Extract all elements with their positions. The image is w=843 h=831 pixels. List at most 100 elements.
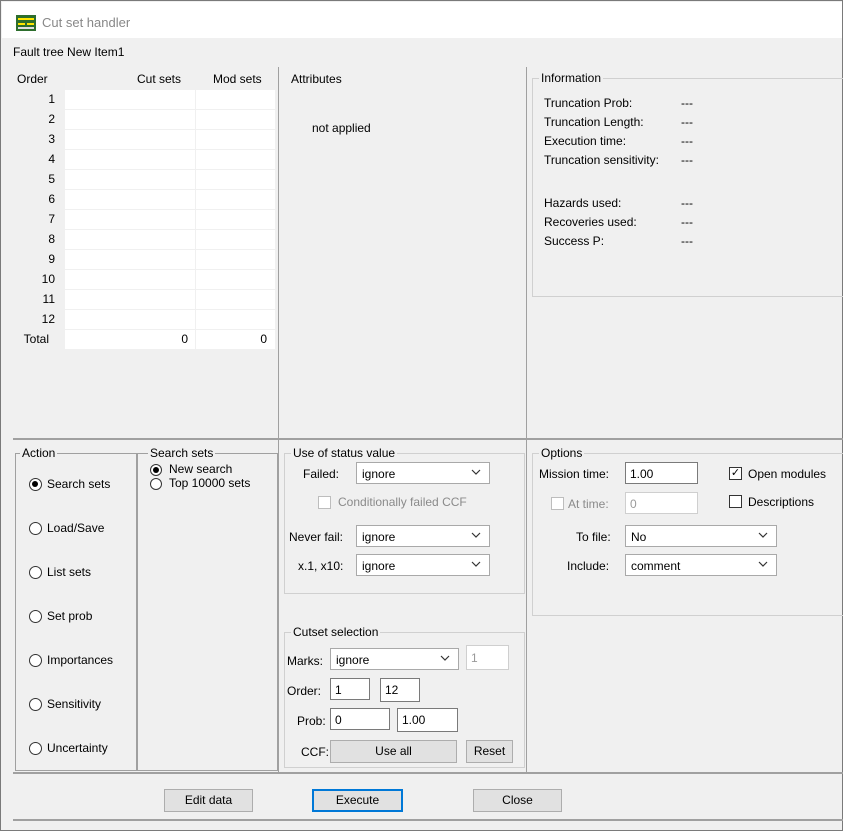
order-row-label: 6 — [48, 192, 55, 206]
info-value: --- — [681, 134, 693, 148]
cut-sets-cell[interactable] — [65, 110, 195, 130]
mod-sets-cell[interactable] — [196, 210, 275, 230]
cut-sets-cell[interactable] — [65, 270, 195, 290]
radio-action-uncertainty[interactable] — [29, 742, 42, 755]
info-label: Truncation sensitivity: — [544, 153, 659, 167]
total-label: Total — [23, 332, 49, 346]
order-from-input[interactable]: 1 — [330, 678, 370, 700]
order-to-input[interactable]: 12 — [380, 678, 420, 702]
marks-value: ignore — [336, 653, 370, 667]
use-all-button[interactable]: Use all — [330, 740, 457, 763]
mod-sets-cell[interactable] — [196, 150, 275, 170]
execute-button[interactable]: Execute — [312, 789, 403, 812]
action-label: Sensitivity — [47, 697, 102, 711]
mod-sets-cell[interactable] — [196, 170, 275, 190]
mod-sets-cell[interactable] — [196, 110, 275, 130]
close-button[interactable]: Close — [473, 789, 562, 812]
cut-sets-cell[interactable] — [65, 210, 195, 230]
reset-button[interactable]: Reset — [466, 740, 513, 763]
x-select[interactable]: ignore — [356, 554, 490, 576]
divider — [526, 67, 527, 772]
mod-sets-cell[interactable] — [196, 130, 275, 150]
radio-action-set-prob[interactable] — [29, 610, 42, 623]
prob-from-input[interactable]: 0 — [330, 708, 390, 730]
info-value: --- — [681, 234, 693, 248]
ccf-checkbox[interactable] — [318, 496, 331, 509]
cut-sets-cell[interactable] — [65, 290, 195, 310]
information-title: Information — [539, 71, 604, 85]
marks-label: Marks: — [287, 654, 323, 668]
info-value: --- — [681, 115, 693, 129]
radio-action-search-sets[interactable] — [29, 478, 42, 491]
chevron-down-icon — [440, 655, 450, 661]
info-label: Truncation Prob: — [544, 96, 633, 110]
cut-sets-cell[interactable] — [65, 190, 195, 210]
cut-sets-cell[interactable] — [65, 90, 195, 110]
cut-sets-cell[interactable] — [65, 310, 195, 330]
cut-sets-cell[interactable] — [65, 130, 195, 150]
divider — [13, 819, 843, 821]
marks-select[interactable]: ignore — [330, 648, 459, 670]
cut-sets-cell[interactable] — [65, 250, 195, 270]
search-sets-group: Search sets — [137, 446, 278, 771]
mission-time-value: 1.00 — [630, 467, 654, 481]
descriptions-checkbox[interactable] — [729, 495, 742, 508]
mod-sets-cell[interactable] — [196, 290, 275, 310]
order-row-label: 3 — [48, 132, 55, 146]
ccf-label: Conditionally failed CCF — [338, 495, 467, 509]
order-row-label: 1 — [48, 92, 55, 106]
chevron-down-icon — [758, 561, 768, 567]
mod-sets-cell[interactable] — [196, 230, 275, 250]
order-row-label: 5 — [48, 172, 55, 186]
failed-select[interactable]: ignore — [356, 462, 490, 484]
to-file-select[interactable]: No — [625, 525, 777, 547]
at-time-label: At time: — [568, 497, 609, 511]
radio-new-search[interactable] — [150, 464, 162, 476]
failed-value: ignore — [362, 467, 396, 481]
info-label: Recoveries used: — [544, 215, 637, 229]
at-time-value: 0 — [630, 497, 637, 511]
prob-to-input[interactable]: 1.00 — [397, 708, 458, 732]
title-bar: Cut set handler — [2, 2, 842, 38]
failed-label: Failed: — [303, 467, 340, 481]
radio-action-load-save[interactable] — [29, 522, 42, 535]
open-modules-checkbox[interactable]: ✓ — [729, 467, 742, 480]
total-mod-sets-cell: 0 — [196, 330, 275, 350]
never-fail-select[interactable]: ignore — [356, 525, 490, 547]
order-to: 12 — [385, 683, 399, 697]
info-label: Hazards used: — [544, 196, 622, 210]
header-order: Order — [17, 72, 48, 86]
cut-sets-cell[interactable] — [65, 150, 195, 170]
information-group: Information — [532, 71, 843, 297]
order-row-label: 12 — [41, 312, 55, 326]
chevron-down-icon — [471, 469, 481, 475]
mission-time-input[interactable]: 1.00 — [625, 462, 698, 484]
info-label: Execution time: — [544, 134, 627, 148]
total-mod-sets-value: 0 — [260, 332, 267, 346]
radio-action-importances[interactable] — [29, 654, 42, 667]
prob-from: 0 — [335, 713, 342, 727]
marks-number-input[interactable]: 1 — [466, 645, 509, 670]
to-file-value: No — [631, 530, 647, 544]
radio-top-sets[interactable] — [150, 478, 162, 490]
order-row-label: 11 — [42, 292, 55, 306]
at-time-checkbox[interactable] — [551, 497, 564, 510]
action-label: Search sets — [47, 477, 111, 491]
at-time-input[interactable]: 0 — [625, 492, 698, 514]
edit-data-button[interactable]: Edit data — [164, 789, 253, 812]
mod-sets-cell[interactable] — [196, 90, 275, 110]
options-title: Options — [539, 446, 585, 460]
mod-sets-cell[interactable] — [196, 250, 275, 270]
include-select[interactable]: comment — [625, 554, 777, 576]
app-icon — [16, 15, 36, 31]
mod-sets-cell[interactable] — [196, 270, 275, 290]
cut-sets-cell[interactable] — [65, 170, 195, 190]
chevron-down-icon — [758, 532, 768, 538]
fault-tree-label: Fault tree New Item1 — [13, 45, 125, 59]
cut-sets-cell[interactable] — [65, 230, 195, 250]
total-cut-sets-value: 0 — [181, 332, 188, 346]
radio-action-list-sets[interactable] — [29, 566, 42, 579]
mod-sets-cell[interactable] — [196, 190, 275, 210]
radio-action-sensitivity[interactable] — [29, 698, 42, 711]
mod-sets-cell[interactable] — [196, 310, 275, 330]
